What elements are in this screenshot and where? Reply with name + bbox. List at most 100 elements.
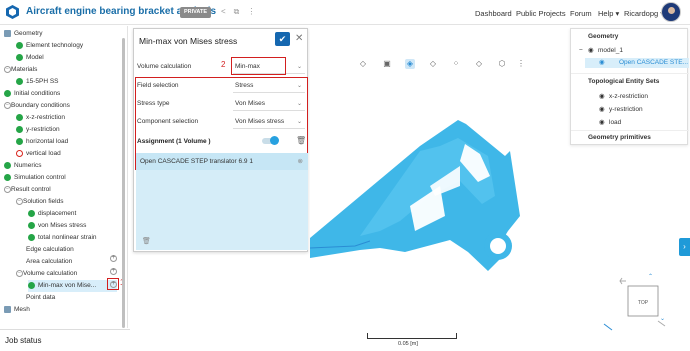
collapse-icon[interactable]: − <box>4 65 11 73</box>
cube-view-icon[interactable]: ◇ <box>358 59 368 69</box>
tree-item[interactable]: Area calculation <box>16 256 72 268</box>
eye-icon[interactable]: ◉ <box>599 58 605 68</box>
expand-panel-button[interactable]: › <box>679 238 690 256</box>
solid-view-icon[interactable]: ◈ <box>405 59 415 69</box>
tree-item-label: Volume calculation <box>23 270 78 277</box>
geometry-item-label: Open CASCADE STE... <box>619 59 688 66</box>
view-cube[interactable]: TOP ⌃ ⌄ <box>600 266 680 351</box>
assignment-toggle[interactable] <box>262 136 279 145</box>
tree-item[interactable]: Edge calculation <box>16 244 74 256</box>
nav-dashboard[interactable]: Dashboard <box>475 9 512 18</box>
points-view-icon[interactable]: ⁘ <box>451 59 461 69</box>
ok-status-icon <box>16 41 23 49</box>
tree-item[interactable]: Point data <box>16 292 55 304</box>
tree-item[interactable]: Min-max von Mise... <box>28 280 117 292</box>
annotation-box-2 <box>231 57 286 75</box>
tree-item[interactable]: Numerics <box>4 160 41 172</box>
topo-item[interactable]: y-restriction <box>609 105 643 115</box>
add-solution-field-button[interactable]: + <box>110 268 117 275</box>
simscale-logo-icon[interactable] <box>5 4 20 20</box>
wireframe-view-icon[interactable]: ◇ <box>428 59 438 69</box>
tree-item[interactable]: Model <box>16 52 44 64</box>
field-selection-select[interactable]: Stress ⌄ <box>233 79 305 93</box>
job-status-bar[interactable]: Job status <box>0 329 130 351</box>
avatar[interactable] <box>661 2 681 22</box>
nav-public-projects[interactable]: Public Projects <box>516 9 566 18</box>
collapse-icon[interactable]: − <box>4 101 11 109</box>
tree-item[interactable]: − Solution fields <box>16 196 63 208</box>
tree-item[interactable]: Element technology <box>16 40 83 52</box>
camera-view-icon[interactable]: ⬡ <box>497 59 507 69</box>
tree-item[interactable]: x-z-restriction <box>16 112 65 124</box>
collapse-icon[interactable]: − <box>4 185 11 193</box>
trash-icon[interactable]: 🗑 <box>296 136 306 145</box>
tree-scrollbar[interactable] <box>122 38 125 328</box>
tree-item[interactable]: − Result control <box>4 184 51 196</box>
nav-user-menu[interactable]: Ricardopg ▾ <box>624 9 664 18</box>
component-selection-value: Von Mises stress <box>235 118 285 125</box>
model-visibility-icon[interactable]: ◉ <box>588 46 594 56</box>
add-edge-calculation-button[interactable]: + <box>110 255 117 262</box>
assignment-item-label: Open CASCADE STEP translator 6.9 1 <box>140 158 253 165</box>
nav-forum[interactable]: Forum <box>570 9 592 18</box>
collapse-icon[interactable]: − <box>16 197 23 205</box>
tree-item-label: Model <box>26 54 44 61</box>
share-icon[interactable]: < <box>221 7 226 17</box>
tree-item[interactable]: displacement <box>28 208 76 220</box>
simulation-tree: Geometry Element technology Model − Material… <box>0 26 128 328</box>
assignment-item[interactable]: Open CASCADE STEP translator 6.9 1 ⊗ <box>136 153 308 170</box>
box-view-icon[interactable]: ▣ <box>382 59 392 69</box>
job-status-label: Job status <box>5 336 42 345</box>
clear-selection-icon[interactable]: 🗑 <box>142 237 151 245</box>
tree-item[interactable]: vertical load <box>16 148 61 160</box>
privacy-badge: PRIVATE <box>180 7 212 18</box>
tree-item[interactable]: − Boundary conditions <box>4 100 70 112</box>
tree-item-label: Edge calculation <box>26 246 74 253</box>
topo-item-eye-icon[interactable]: ◉ <box>599 118 605 128</box>
close-icon[interactable]: ✕ <box>295 33 303 44</box>
tree-item-label: total nonlinear strain <box>38 234 97 241</box>
tree-item[interactable]: Mesh <box>4 304 30 316</box>
section-view-icon[interactable]: ◇ <box>474 59 484 69</box>
model-label[interactable]: model_1 <box>598 46 623 56</box>
nav-help[interactable]: Help ▾ <box>598 9 619 18</box>
topological-sets-header[interactable]: Topological Entity Sets <box>588 77 659 87</box>
tree-item[interactable]: von Mises stress <box>28 220 86 232</box>
stress-type-select[interactable]: Von Mises ⌄ <box>233 97 305 111</box>
tree-item[interactable]: Initial conditions <box>4 88 60 100</box>
tree-item[interactable]: Geometry <box>4 28 43 40</box>
tree-item-label: Simulation control <box>14 174 66 181</box>
geometry-header[interactable]: Geometry <box>588 32 618 42</box>
tree-item[interactable]: horizontal load <box>16 136 68 148</box>
copy-icon[interactable]: ⧉ <box>234 7 240 17</box>
geometry-icon <box>4 29 11 37</box>
chevron-down-icon: ⌄ <box>296 119 302 125</box>
tree-item-label: Geometry <box>14 30 43 37</box>
topo-item-eye-icon[interactable]: ◉ <box>599 105 605 115</box>
model-toggle-icon[interactable]: − <box>579 46 583 56</box>
more-icon[interactable]: ⋮ <box>247 7 255 17</box>
tree-item[interactable]: Simulation control <box>4 172 66 184</box>
collapse-icon[interactable]: − <box>16 269 23 277</box>
stress-type-value: Von Mises <box>235 100 265 107</box>
toolbar-more-icon[interactable]: ⋮ <box>516 59 526 69</box>
component-selection-label: Component selection <box>137 118 199 125</box>
tree-item[interactable]: 15-5PH SS <box>16 76 59 88</box>
component-selection-select[interactable]: Von Mises stress ⌄ <box>233 115 305 129</box>
topo-item[interactable]: x-z-restriction <box>609 92 648 102</box>
tree-item-label: x-z-restriction <box>26 114 66 121</box>
tree-item[interactable]: − Volume calculation <box>16 268 77 280</box>
geometry-primitives-header[interactable]: Geometry primitives <box>588 133 651 143</box>
stress-type-label: Stress type <box>137 100 170 107</box>
topo-item[interactable]: load <box>609 118 621 128</box>
tree-item[interactable]: total nonlinear strain <box>28 232 97 244</box>
ok-status-icon <box>28 209 35 217</box>
confirm-button[interactable]: ✔ <box>275 32 290 46</box>
tree-item[interactable]: − Materials <box>4 64 37 76</box>
ok-status-icon <box>16 53 23 61</box>
remove-assignment-icon[interactable]: ⊗ <box>298 153 303 170</box>
topo-item-eye-icon[interactable]: ◉ <box>599 92 605 102</box>
error-status-icon <box>16 149 23 157</box>
chevron-down-icon: ⌄ <box>296 64 302 70</box>
tree-item[interactable]: y-restriction <box>16 124 60 136</box>
